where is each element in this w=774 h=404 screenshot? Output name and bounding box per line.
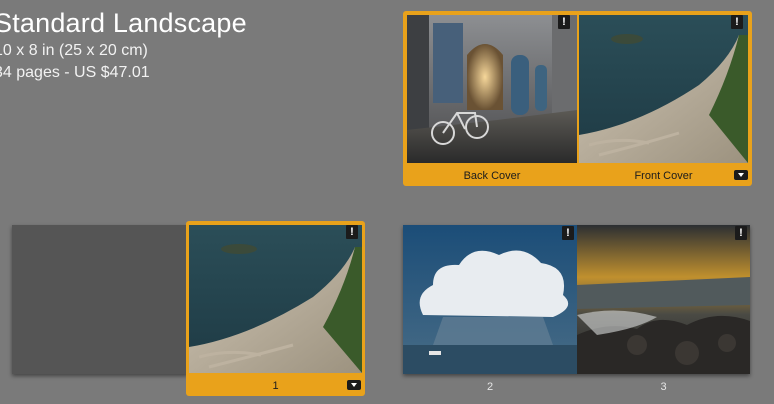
page-1-menu-chevron-down-icon[interactable] <box>347 380 361 390</box>
page-1-spread[interactable]: ! 1 <box>186 221 365 396</box>
page-1-label: 1 <box>272 380 279 392</box>
page-1-photo <box>189 225 362 373</box>
pages-2-3-spread[interactable]: ! ! <box>403 225 750 374</box>
page-1[interactable] <box>189 225 362 373</box>
page-1-warning-icon[interactable]: ! <box>346 225 358 239</box>
book-size: 10 x 8 in (25 x 20 cm) <box>0 42 148 59</box>
book-title: Standard Landscape <box>0 8 247 38</box>
book-pages-price: 34 pages - US $47.01 <box>0 64 150 81</box>
cover-menu-chevron-down-icon[interactable] <box>734 170 748 180</box>
back-cover-label: Back Cover <box>463 170 521 182</box>
book-info: Standard Landscape 10 x 8 in (25 x 20 cm… <box>0 6 247 84</box>
blank-left-page <box>12 225 188 374</box>
page-3[interactable] <box>577 225 750 374</box>
cover-spread[interactable]: ! ! Back Cover Front Cover <box>403 11 752 186</box>
front-cover-photo <box>579 15 748 163</box>
page-2-warning-icon[interactable]: ! <box>562 226 574 240</box>
page-2[interactable] <box>403 225 577 374</box>
page-3-label: 3 <box>660 381 667 393</box>
back-cover-warning-icon[interactable]: ! <box>558 15 570 29</box>
page-2-photo <box>403 225 577 374</box>
front-cover-label: Front Cover <box>634 170 693 182</box>
back-cover-photo <box>407 15 577 163</box>
front-cover-page[interactable] <box>579 15 748 163</box>
back-cover-page[interactable] <box>407 15 577 163</box>
front-cover-warning-icon[interactable]: ! <box>731 15 743 29</box>
page-2-label: 2 <box>486 381 494 393</box>
page-3-photo <box>577 225 750 374</box>
page-3-warning-icon[interactable]: ! <box>735 226 747 240</box>
